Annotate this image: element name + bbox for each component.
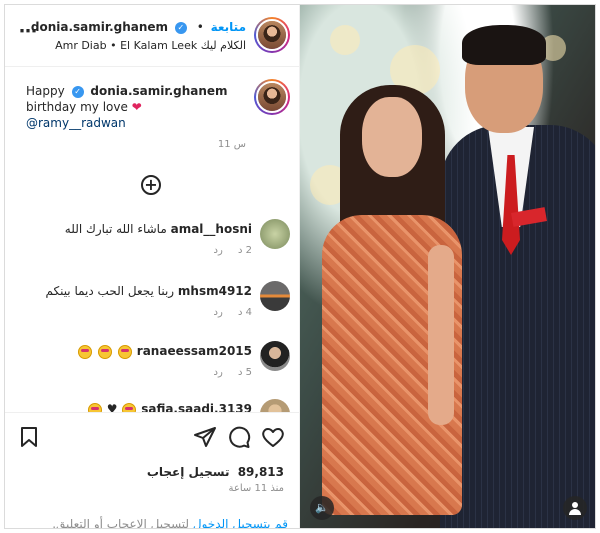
heart-emoji-icon: ❤ [131, 100, 142, 114]
likes-label: تسجيل إعجاب [146, 465, 230, 479]
likes-number: 89,813 [237, 465, 284, 479]
post-sidebar: ⋯ متابعة • ✓ donia.samir.ghanem Amr Diab… [5, 5, 300, 528]
caption-username[interactable]: donia.samir.ghanem [90, 84, 227, 98]
caption-text: Happy ✓ donia.samir.ghanem birthday my l… [26, 83, 246, 131]
comment-username[interactable]: mhsm4912 [178, 284, 252, 298]
photo-bokeh [330, 25, 360, 55]
reply-button[interactable]: رد [214, 245, 223, 256]
verified-badge-icon: ✓ [71, 85, 84, 98]
caption-body: birthday my love [26, 100, 128, 114]
photo-woman-face [362, 97, 422, 177]
comment-text: ماشاء الله تبارك الله [64, 222, 167, 236]
comment-item: mhsm4912 ربنا يجعل الحب ديما بينكم 4 د ر… [20, 281, 290, 321]
post-photo[interactable]: 🔈 [300, 5, 595, 528]
login-link[interactable]: قم بتسجيل الدخول [193, 517, 288, 528]
comment-age: 2 د [237, 245, 252, 256]
emoji-icon [87, 402, 102, 412]
star-struck-emoji-icon [98, 344, 113, 359]
comment-avatar[interactable] [260, 281, 290, 311]
comment-meta: 4 د رد [202, 307, 253, 318]
login-prompt-text: لتسجيل الإعجاب أو التعليق. [52, 517, 190, 529]
comment-text: ربنا يجعل الحب ديما بينكم [45, 284, 175, 298]
emoji-icon [122, 402, 137, 412]
caption-mention[interactable]: @ramy__radwan [26, 116, 126, 130]
header-avatar[interactable] [254, 17, 290, 53]
comment-avatar[interactable] [260, 219, 290, 249]
caption-avatar[interactable] [254, 79, 290, 115]
caption-time: 11 س [217, 139, 246, 150]
comment-text-row: ranaeessam2015 [77, 344, 252, 359]
comment-icon[interactable] [227, 425, 251, 449]
photo-woman-arm [428, 245, 454, 425]
comment-avatar[interactable] [260, 399, 290, 412]
post-header: ⋯ متابعة • ✓ donia.samir.ghanem Amr Diab… [5, 5, 300, 67]
audio-artist[interactable]: Amr Diab [55, 39, 107, 52]
comment-username[interactable]: ranaeessam2015 [137, 344, 252, 358]
star-struck-emoji-icon [78, 344, 93, 359]
comment-text-row: amal__hosni ماشاء الله تبارك الله [65, 222, 252, 236]
post-dialog: ⋯ متابعة • ✓ donia.samir.ghanem Amr Diab… [4, 4, 596, 529]
header-username[interactable]: donia.samir.ghanem [31, 20, 168, 34]
comment-meta: 2 د رد [202, 245, 253, 256]
star-struck-emoji-icon [117, 344, 132, 359]
save-bookmark-icon[interactable] [17, 425, 41, 449]
likes-count[interactable]: 89,813 تسجيل إعجاب [147, 465, 284, 479]
comment-item: amal__hosni ماشاء الله تبارك الله 2 د رد [20, 219, 290, 259]
share-icon[interactable] [193, 425, 217, 449]
comment-username[interactable]: safia.saadi.3139 [141, 402, 252, 412]
audio-title[interactable]: El Kalam Leek الكلام ليك [120, 39, 246, 52]
load-more-comments-icon[interactable]: + [141, 175, 161, 195]
header-user-row: متابعة • ✓ donia.samir.ghanem [31, 20, 246, 34]
comment-avatar[interactable] [260, 341, 290, 371]
comment-username[interactable]: amal__hosni [171, 222, 252, 236]
caption-prefix: Happy [26, 84, 65, 98]
comment-text-row: safia.saadi.3139 ♥ [87, 402, 252, 412]
tagged-users-icon[interactable] [563, 496, 587, 520]
comment-age: 5 د [237, 367, 252, 378]
login-prompt: قم بتسجيل الدخول لتسجيل الإعجاب أو التعل… [52, 517, 288, 529]
comments-list[interactable]: Happy ✓ donia.samir.ghanem birthday my l… [5, 67, 300, 412]
follow-button[interactable]: متابعة [211, 20, 246, 34]
reply-button[interactable]: رد [214, 307, 223, 318]
audio-track[interactable]: Amr Diab • El Kalam Leek الكلام ليك [55, 39, 246, 52]
audio-separator: • [110, 39, 117, 52]
verified-badge-icon: ✓ [174, 21, 187, 34]
comment-item: safia.saadi.3139 ♥ [20, 399, 290, 412]
sound-toggle-icon[interactable]: 🔈 [310, 496, 334, 520]
photo-man-hair [462, 25, 546, 65]
comment-text-row: mhsm4912 ربنا يجعل الحب ديما بينكم [45, 284, 252, 298]
comment-text: ♥ [106, 402, 118, 412]
comment-meta: 5 د رد [202, 367, 253, 378]
reply-button[interactable]: رد [214, 367, 223, 378]
post-actions: 89,813 تسجيل إعجاب منذ 11 ساعة قم بتسجيل… [5, 412, 300, 529]
header-separator: • [196, 20, 204, 34]
like-heart-icon[interactable] [261, 425, 285, 449]
comment-age: 4 د [237, 307, 252, 318]
comment-item: ranaeessam2015 5 د رد [20, 341, 290, 381]
post-age: منذ 11 ساعة [228, 483, 284, 494]
